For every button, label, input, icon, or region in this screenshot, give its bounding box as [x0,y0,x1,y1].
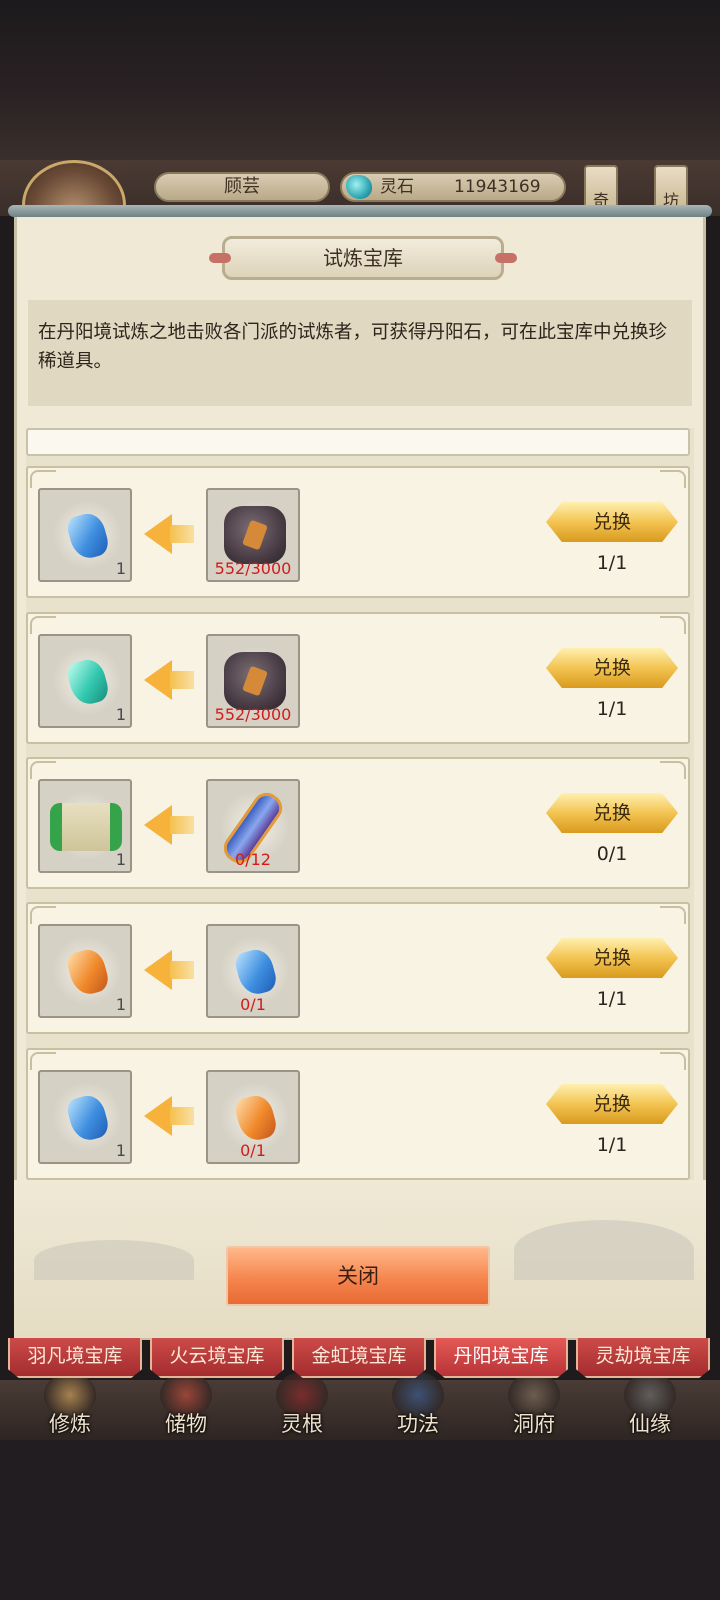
exchange-button[interactable]: 兑换 [546,1084,678,1124]
nav-label: 仙缘 [629,1412,671,1436]
currency-label: 灵石 [380,177,414,197]
arrow-left-icon [144,950,194,990]
nav-label: 储物 [165,1412,207,1436]
ore-rocks-icon [224,652,286,710]
treasury-tabs: 羽凡境宝库 火云境宝库 金虹境宝库 丹阳境宝库 灵劫境宝库 [0,1338,720,1380]
tab-treasury[interactable]: 羽凡境宝库 [8,1338,142,1378]
arrow-left-icon [144,805,194,845]
reward-quantity: 1 [115,850,126,869]
scroll-rod-top [8,205,712,217]
exchange-button[interactable]: 兑换 [546,502,678,542]
dialog-description: 在丹阳境试炼之地击败各门派的试炼者，可获得丹阳石，可在此宝库中兑换珍稀道具。 [28,300,692,406]
nav-label: 洞府 [513,1412,555,1436]
reward-item-slot[interactable]: 1 [38,1070,132,1164]
exchange-row: 1 0/1 兑换 1/1 [26,1048,690,1180]
reward-quantity: 1 [115,995,126,1014]
reward-item-slot[interactable]: 1 [38,488,132,582]
nav-label: 功法 [397,1412,439,1436]
cost-item-slot[interactable]: 0/12 [206,779,300,873]
tab-treasury[interactable]: 灵劫境宝库 [576,1338,710,1378]
cost-item-slot[interactable]: 552/3000 [206,634,300,728]
reward-quantity: 1 [115,1141,126,1160]
exchange-row: 1 0/1 兑换 1/1 [26,902,690,1034]
exchange-limit: 1/1 [596,1134,628,1156]
ore-rocks-icon [224,506,286,564]
close-button[interactable]: 关闭 [226,1246,490,1306]
cost-item-slot[interactable]: 0/1 [206,1070,300,1164]
nav-label: 修炼 [49,1412,91,1436]
reward-quantity: 1 [115,705,126,724]
exchange-limit: 1/1 [596,552,628,574]
exchange-limit: 1/1 [596,988,628,1010]
mountain-decoration [514,1220,694,1280]
currency-value: 11943169 [454,177,541,197]
exchange-row: 1 0/12 兑换 0/1 [26,757,690,889]
exchange-button[interactable]: 兑换 [546,793,678,833]
arrow-left-icon [144,660,194,700]
player-name: 顾芸 [154,172,330,202]
exchange-row: 1 552/3000 兑换 1/1 [26,466,690,598]
exchange-limit: 0/1 [596,843,628,865]
nav-label: 灵根 [281,1412,323,1436]
cost-item-slot[interactable]: 552/3000 [206,488,300,582]
cost-progress: 0/1 [240,995,266,1014]
arrow-left-icon [144,514,194,554]
list-scroll-edge [26,428,690,456]
cost-item-slot[interactable]: 0/1 [206,924,300,1018]
reward-quantity: 1 [115,559,126,578]
cost-progress: 0/12 [235,850,271,869]
bottom-background [0,1440,720,1600]
spirit-stone-icon [346,175,372,199]
reward-item-slot[interactable]: 1 [38,924,132,1018]
arrow-left-icon [144,1096,194,1136]
cost-progress: 0/1 [240,1141,266,1160]
exchange-button[interactable]: 兑换 [546,648,678,688]
cost-progress: 552/3000 [214,705,292,724]
reward-item-slot[interactable]: 1 [38,779,132,873]
mountain-decoration [34,1240,194,1280]
green-scroll-icon [50,803,122,851]
exchange-limit: 1/1 [596,698,628,720]
tab-treasury[interactable]: 金虹境宝库 [292,1338,426,1378]
top-background [0,0,720,160]
exchange-row: 1 552/3000 兑换 1/1 [26,612,690,744]
reward-item-slot[interactable]: 1 [38,634,132,728]
cost-progress: 552/3000 [214,559,292,578]
tab-treasury[interactable]: 丹阳境宝库 [434,1338,568,1378]
exchange-button[interactable]: 兑换 [546,938,678,978]
dialog-title: 试炼宝库 [209,236,517,280]
currency-display: 灵石 11943169 [340,172,566,202]
tab-treasury[interactable]: 火云境宝库 [150,1338,284,1378]
